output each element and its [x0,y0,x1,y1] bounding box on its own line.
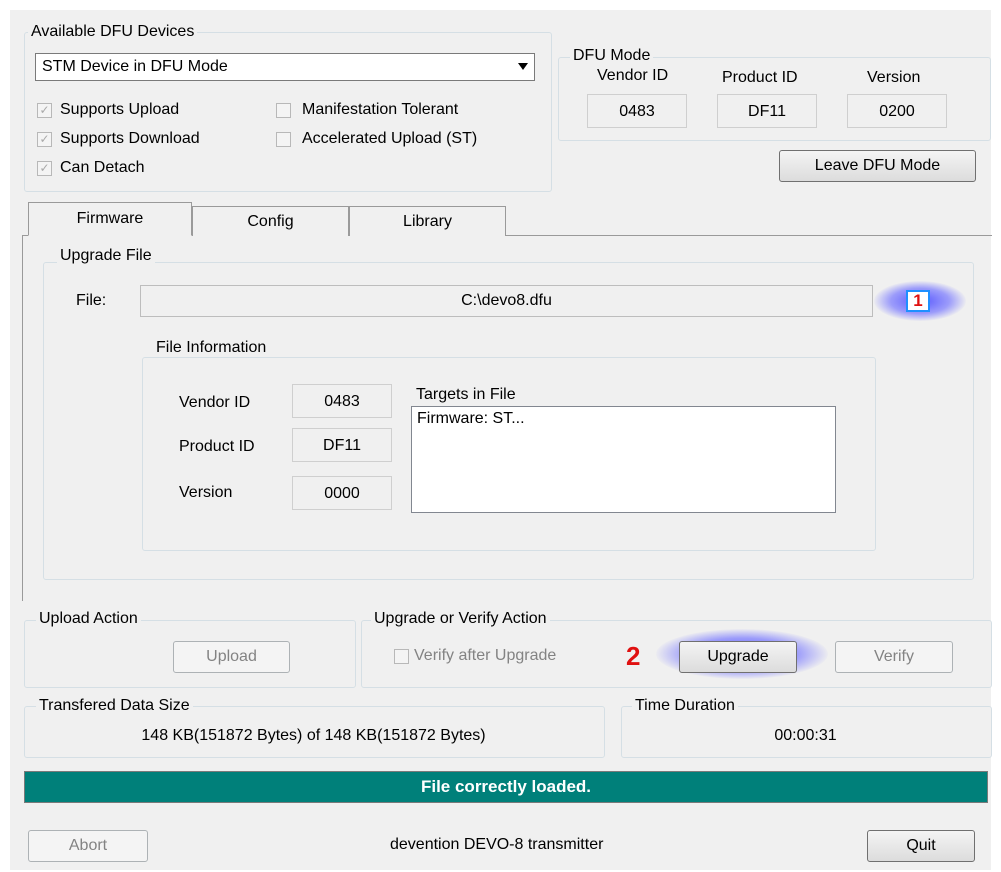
dfu-mode-group-label: DFU Mode [570,47,654,65]
file-path-value: C:\devo8.dfu [461,292,552,309]
quit-button[interactable]: Quit [867,830,975,862]
abort-button[interactable]: Abort [28,830,148,862]
file-label: File: [76,292,107,309]
supports-download-label: Supports Download [60,130,200,147]
tab-library[interactable]: Library [349,206,506,236]
dfu-version-value: 0200 [847,94,947,128]
accelerated-upload-label: Accelerated Upload (ST) [302,130,478,147]
targets-list-item[interactable]: Firmware: ST... [417,410,525,428]
dfu-version-label: Version [867,69,921,86]
file-path-field: C:\devo8.dfu [140,285,873,317]
can-detach-label: Can Detach [60,159,145,176]
upgrade-file-group-label: Upgrade File [57,247,155,265]
supports-download-checkbox[interactable]: ✓ [37,132,52,147]
file-version-label: Version [179,484,233,501]
upgrade-action-label: Upgrade or Verify Action [371,610,550,628]
targets-list[interactable]: Firmware: ST... [411,406,836,513]
upgrade-button[interactable]: Upgrade [679,641,797,673]
dfu-vendor-label: Vendor ID [597,67,669,84]
dfu-product-value: DF11 [717,94,817,128]
tab-config[interactable]: Config [192,206,349,236]
upload-action-label: Upload Action [36,610,141,628]
upload-button[interactable]: Upload [173,641,290,673]
annotation-1-badge: 1 [906,290,930,312]
verify-after-upgrade-label: Verify after Upgrade [414,647,557,664]
accelerated-upload-checkbox[interactable] [276,132,291,147]
transfer-value: 148 KB(151872 Bytes) of 148 KB(151872 By… [141,727,486,744]
annotation-1-text: 1 [913,291,923,310]
status-text: File correctly loaded. [420,777,592,796]
verify-button[interactable]: Verify [835,641,953,673]
file-vendor-label: Vendor ID [179,394,251,411]
chevron-down-icon[interactable] [518,63,528,70]
file-vendor-value: 0483 [292,384,392,418]
dfu-product-label: Product ID [722,69,798,86]
tab-firmware[interactable]: Firmware [28,202,192,236]
duration-label: Time Duration [632,697,738,715]
duration-value: 00:00:31 [774,727,837,744]
device-select-value: STM Device in DFU Mode [42,58,228,75]
devices-group-label: Available DFU Devices [28,23,198,41]
dfu-window: Available DFU Devices STM Device in DFU … [10,10,992,870]
transfer-label: Transfered Data Size [36,697,193,715]
supports-upload-label: Supports Upload [60,101,180,118]
file-information-label: File Information [153,339,270,357]
can-detach-checkbox[interactable]: ✓ [37,161,52,176]
device-description: devention DEVO-8 transmitter [390,836,604,853]
device-select[interactable]: STM Device in DFU Mode [35,53,535,81]
dfu-vendor-value: 0483 [587,94,687,128]
annotation-2-text: 2 [626,641,641,671]
progress-bar: File correctly loaded. [24,771,988,803]
targets-label: Targets in File [416,386,516,403]
leave-dfu-mode-button[interactable]: Leave DFU Mode [779,150,976,182]
file-product-value: DF11 [292,428,392,462]
file-product-label: Product ID [179,438,255,455]
manifestation-tolerant-checkbox[interactable] [276,103,291,118]
manifestation-tolerant-label: Manifestation Tolerant [302,101,459,118]
supports-upload-checkbox[interactable]: ✓ [37,103,52,118]
verify-after-upgrade-checkbox[interactable] [394,649,409,664]
file-version-value: 0000 [292,476,392,510]
